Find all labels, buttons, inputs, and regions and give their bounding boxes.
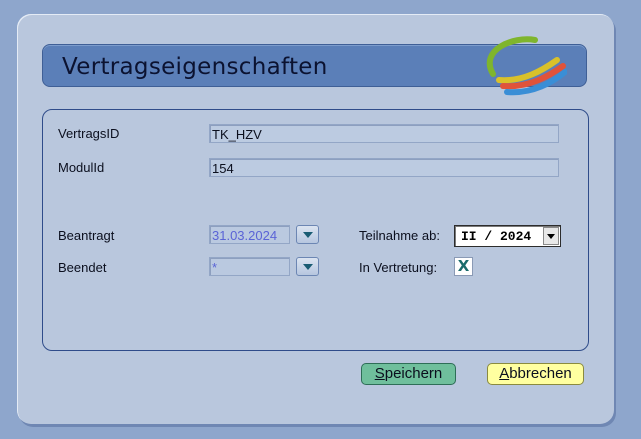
cancel-label: bbrechen xyxy=(509,365,572,382)
teilnahme-ab-select[interactable]: II / 2024 xyxy=(454,225,561,247)
beendet-label: Beendet xyxy=(58,260,107,275)
vertrags-id-label: VertragsID xyxy=(58,126,120,141)
teilnahme-ab-value: II / 2024 xyxy=(461,229,532,244)
vertrags-id-field[interactable]: TK_HZV xyxy=(209,124,559,143)
beantragt-label: Beantragt xyxy=(58,228,115,243)
contract-properties-dialog: Vertragseigenschaften VertragsID TK_HZV … xyxy=(17,14,614,424)
beantragt-calendar-button[interactable] xyxy=(296,225,319,244)
save-label: peichern xyxy=(384,365,443,382)
teilnahme-ab-label: Teilnahme ab: xyxy=(359,228,440,243)
dialog-title: Vertragseigenschaften xyxy=(62,54,328,80)
swoosh-logo xyxy=(486,36,567,96)
beantragt-date-field[interactable]: 31.03.2024 xyxy=(209,225,290,244)
beendet-date-field[interactable]: * xyxy=(209,257,290,276)
in-vertretung-label: In Vertretung: xyxy=(359,260,438,275)
cancel-button[interactable]: Abbrechen xyxy=(487,363,584,385)
in-vertretung-checkbox[interactable]: X xyxy=(454,257,473,276)
save-button[interactable]: Speichern xyxy=(361,363,456,385)
beendet-calendar-button[interactable] xyxy=(296,257,319,276)
modul-id-label: ModulId xyxy=(58,160,105,175)
chevron-down-icon[interactable] xyxy=(543,227,559,245)
modul-id-field[interactable]: 154 xyxy=(209,158,559,177)
cancel-accelerator: A xyxy=(499,365,510,382)
save-accelerator: S xyxy=(374,365,385,382)
